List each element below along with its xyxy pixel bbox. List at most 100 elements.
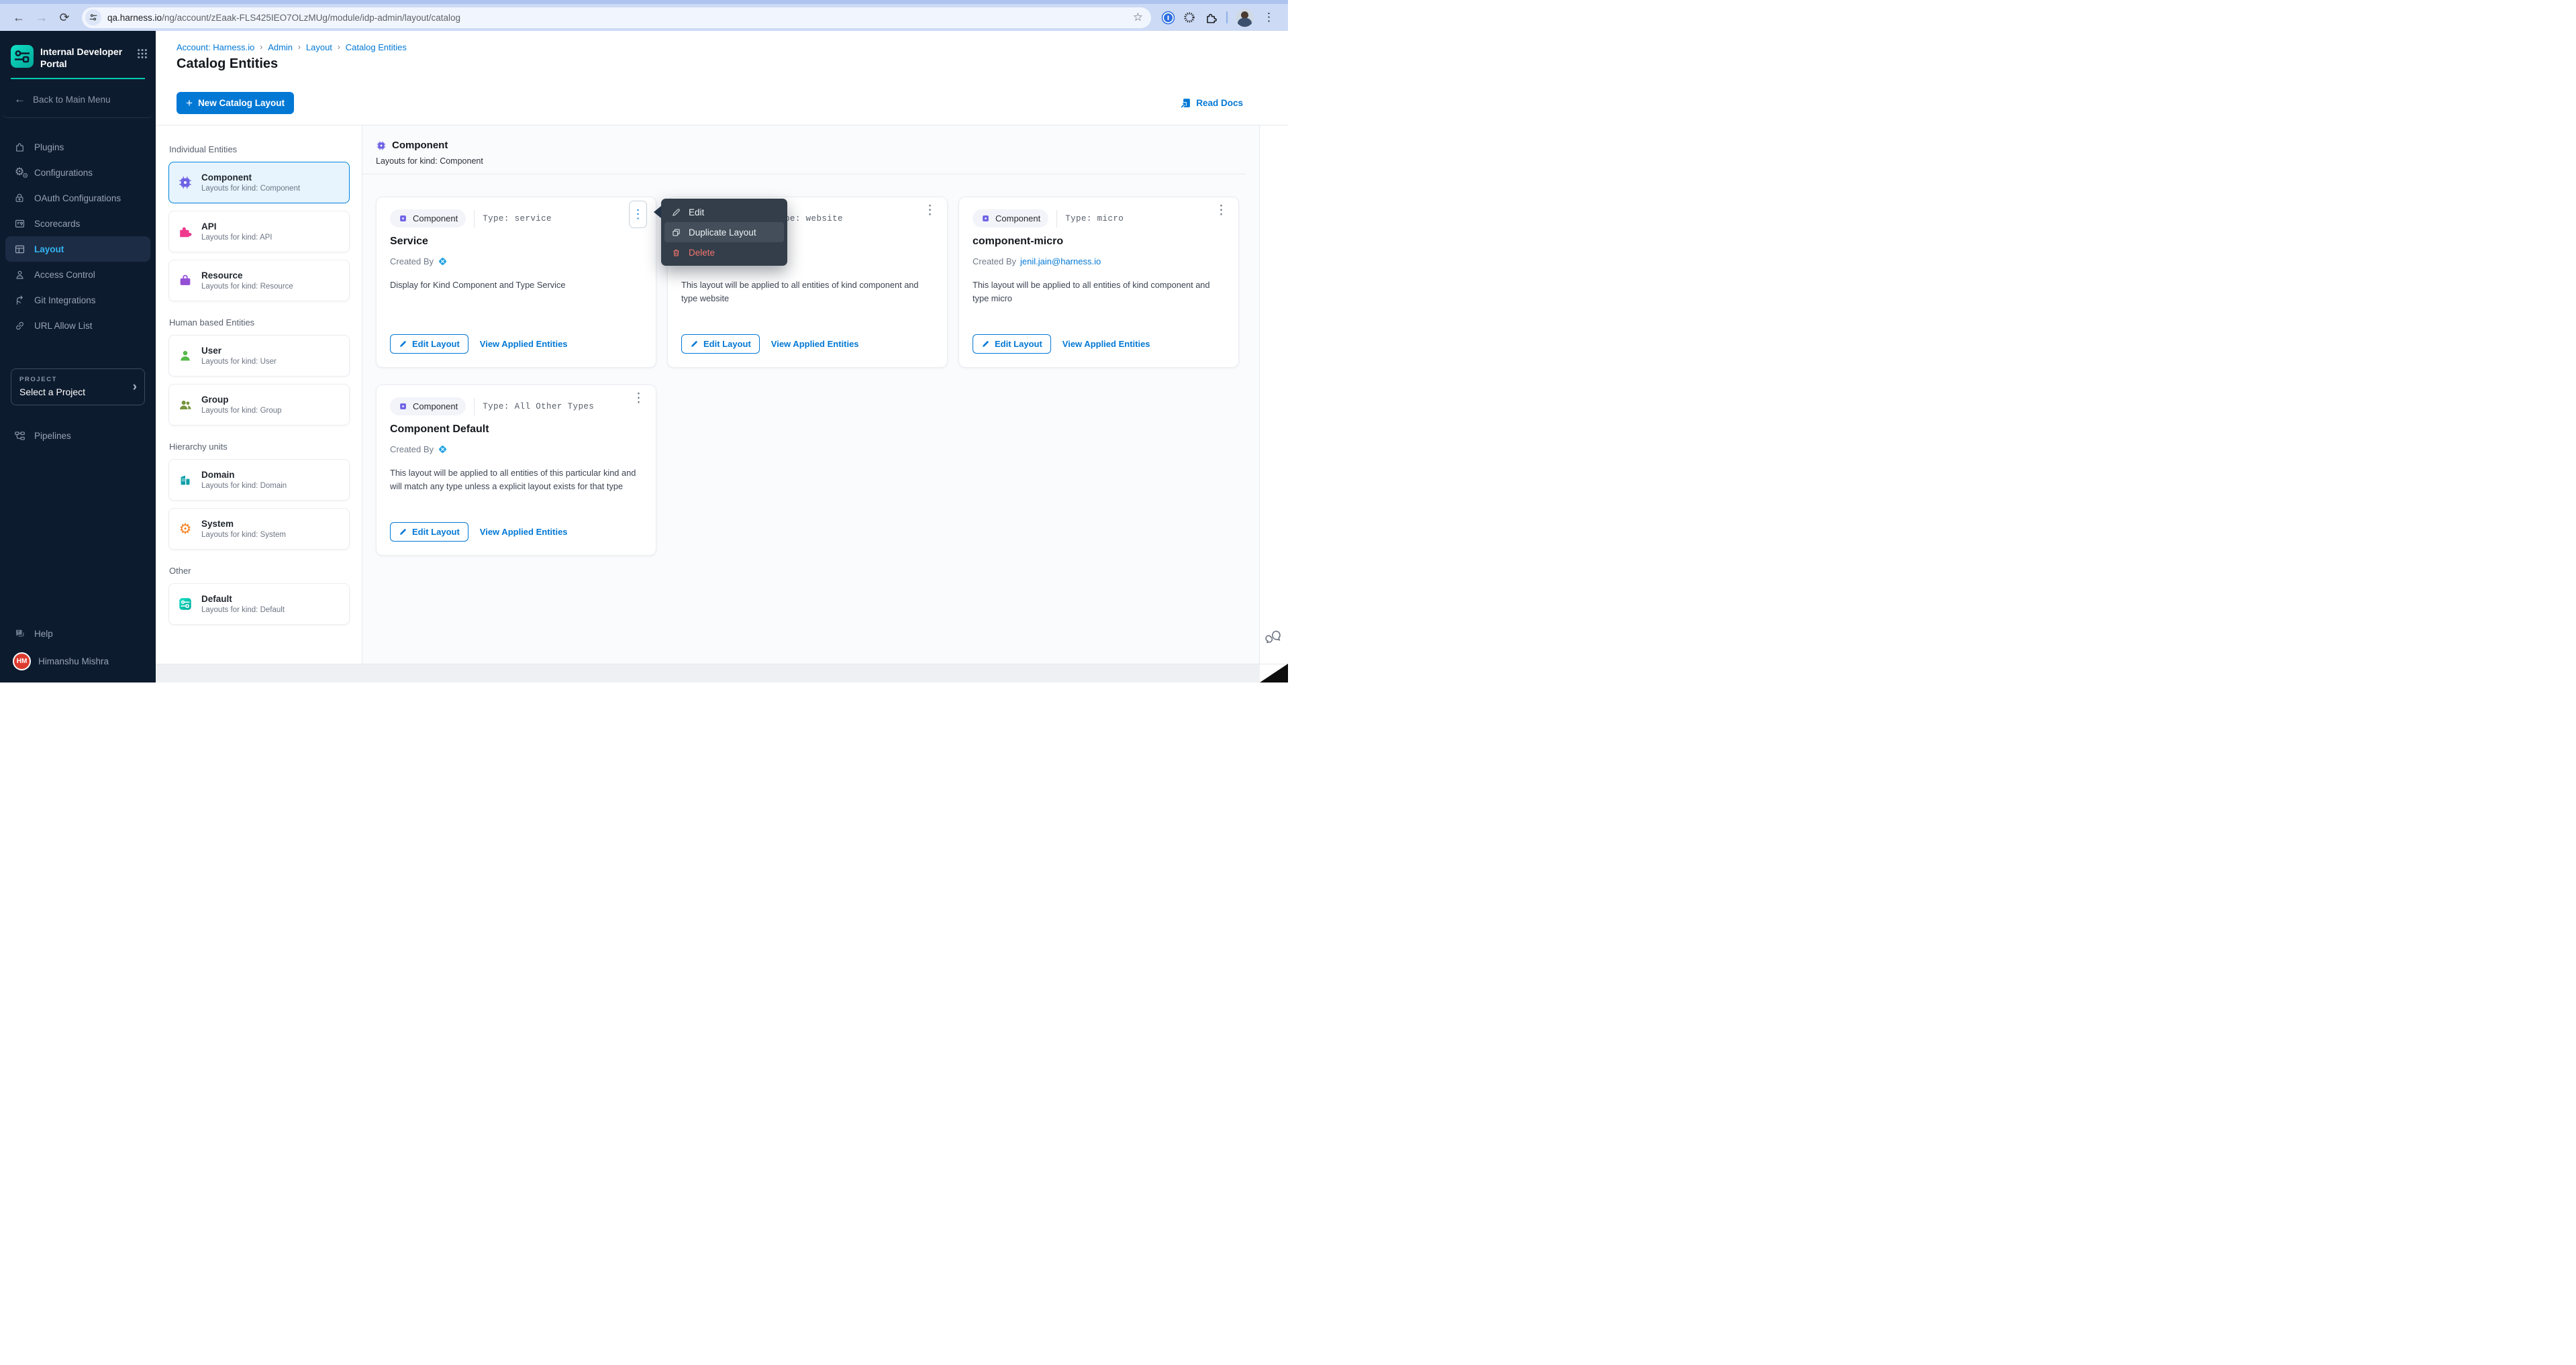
kind-chip-label: Component xyxy=(413,213,458,223)
layout-card-service: Component Type: service ⋮ Service Create… xyxy=(376,197,656,368)
chat-widget-button[interactable] xyxy=(1265,628,1283,649)
view-applied-entities-link[interactable]: View Applied Entities xyxy=(771,339,859,349)
address-bar[interactable]: qa.harness.io/ng/account/zEaak-FLS425IEO… xyxy=(82,7,1151,28)
panel-heading: Component xyxy=(392,140,448,151)
type-label: Type: xyxy=(483,402,509,411)
menu-item-duplicate-layout[interactable]: Duplicate Layout xyxy=(664,222,784,242)
default-idp-icon xyxy=(177,597,193,611)
harness-user-icon xyxy=(438,444,448,454)
sidebar-item-plugins[interactable]: Plugins xyxy=(5,134,150,160)
scorecard-icon xyxy=(13,217,26,230)
created-by-label: Created By xyxy=(973,256,1016,266)
type-value: All Other Types xyxy=(515,402,595,411)
card-kebab-menu-button[interactable]: ⋮ xyxy=(632,392,645,406)
card-kebab-menu-button[interactable]: ⋮ xyxy=(629,201,647,228)
card-context-menu: Edit Duplicate Layout Delete xyxy=(661,199,787,266)
pencil-icon xyxy=(671,207,681,217)
layout-description: This layout will be applied to all entit… xyxy=(681,279,930,305)
pencil-icon xyxy=(399,340,407,348)
chevron-right-icon: › xyxy=(133,380,137,395)
browser-profile-avatar[interactable] xyxy=(1236,9,1254,27)
edit-layout-button[interactable]: Edit Layout xyxy=(390,334,468,354)
layout-card-component-micro: Component Type: micro ⋮ component-micro … xyxy=(958,197,1239,368)
entity-kind-system[interactable]: ⚙ System Layouts for kind: System xyxy=(168,508,350,550)
back-arrow-icon: ← xyxy=(14,93,26,106)
edit-layout-button[interactable]: Edit Layout xyxy=(681,334,760,354)
sidebar-item-label: OAuth Configurations xyxy=(34,193,121,203)
sidebar-item-url-allow-list[interactable]: URL Allow List xyxy=(5,313,150,338)
site-settings-icon[interactable] xyxy=(85,9,101,26)
view-applied-entities-link[interactable]: View Applied Entities xyxy=(480,527,568,537)
read-docs-link[interactable]: Read Docs xyxy=(1180,97,1243,109)
entity-name: Default xyxy=(201,594,285,604)
breadcrumb-admin[interactable]: Admin xyxy=(268,42,293,52)
project-selector[interactable]: PROJECT Select a Project › xyxy=(11,368,145,405)
card-kebab-menu-button[interactable]: ⋮ xyxy=(1215,204,1228,218)
sidebar-item-pipelines[interactable]: Pipelines xyxy=(5,423,150,448)
browser-reload-button[interactable]: ⟳ xyxy=(54,7,75,28)
layout-icon xyxy=(13,243,26,256)
entity-name: System xyxy=(201,519,286,529)
sidebar-item-git-integrations[interactable]: Git Integrations xyxy=(5,287,150,313)
sidebar-item-label: Layout xyxy=(34,244,64,254)
api-puzzle-icon xyxy=(177,224,193,239)
edit-layout-button[interactable]: Edit Layout xyxy=(390,522,468,542)
pipelines-icon xyxy=(13,429,26,442)
component-chip-icon xyxy=(398,213,408,223)
project-value: Select a Project xyxy=(19,387,136,397)
password-manager-extension-icon[interactable] xyxy=(1158,7,1178,28)
browser-forward-button[interactable]: → xyxy=(31,7,52,28)
component-chip-icon xyxy=(398,401,408,411)
section-heading: Human based Entities xyxy=(169,317,350,327)
breadcrumb-catalog-entities[interactable]: Catalog Entities xyxy=(346,42,407,52)
entity-subtitle: Layouts for kind: Resource xyxy=(201,283,293,291)
entity-kind-component[interactable]: Component Layouts for kind: Component xyxy=(168,162,350,203)
creator-email-link[interactable]: jenil.jain@harness.io xyxy=(1020,256,1101,266)
sidebar-item-help[interactable]: ? Help xyxy=(5,621,150,646)
sidebar-item-access-control[interactable]: Access Control xyxy=(5,262,150,287)
entity-kind-resource[interactable]: Resource Layouts for kind: Resource xyxy=(168,260,350,301)
view-applied-entities-link[interactable]: View Applied Entities xyxy=(480,339,568,349)
pencil-icon xyxy=(981,340,990,348)
entity-kind-api[interactable]: API Layouts for kind: API xyxy=(168,211,350,252)
breadcrumb-layout[interactable]: Layout xyxy=(306,42,332,52)
main-content: Account: Harness.io › Admin › Layout › C… xyxy=(156,31,1288,682)
extensions-puzzle-icon[interactable] xyxy=(1201,7,1221,28)
layouts-panel: Component Layouts for kind: Component Co… xyxy=(362,125,1259,664)
entity-kind-domain[interactable]: Domain Layouts for kind: Domain xyxy=(168,459,350,501)
sidebar-item-label: Git Integrations xyxy=(34,295,96,305)
read-docs-label: Read Docs xyxy=(1196,98,1243,108)
browser-back-button[interactable]: ← xyxy=(8,7,30,28)
edit-layout-label: Edit Layout xyxy=(703,339,751,349)
browser-menu-icon[interactable]: ⋮ xyxy=(1258,11,1280,24)
sidebar-item-oauth-configurations[interactable]: OAuth Configurations xyxy=(5,185,150,211)
bookmark-star-icon[interactable]: ☆ xyxy=(1129,11,1147,24)
divider xyxy=(1056,210,1057,228)
edit-layout-button[interactable]: Edit Layout xyxy=(973,334,1051,354)
context-menu-arrow xyxy=(654,206,661,218)
user-profile[interactable]: HM Himanshu Mishra xyxy=(5,646,150,676)
entity-name: Group xyxy=(201,395,282,405)
type-text: Type: service xyxy=(483,214,552,223)
sidebar-item-layout[interactable]: Layout xyxy=(5,236,150,262)
help-chat-icon: ? xyxy=(13,627,26,640)
sidebar-item-label: Configurations xyxy=(34,168,93,178)
breadcrumb-account[interactable]: Account: Harness.io xyxy=(177,42,254,52)
menu-item-edit[interactable]: Edit xyxy=(664,202,784,222)
sidebar-item-scorecards[interactable]: Scorecards xyxy=(5,211,150,236)
layout-description: Display for Kind Component and Type Serv… xyxy=(390,279,638,292)
view-applied-entities-link[interactable]: View Applied Entities xyxy=(1062,339,1150,349)
back-to-main-menu[interactable]: ← Back to Main Menu xyxy=(2,79,154,118)
entity-kind-default[interactable]: Default Layouts for kind: Default xyxy=(168,583,350,625)
layout-title: Component Default xyxy=(390,423,489,436)
type-text: Type: micro xyxy=(1065,214,1124,223)
loading-extension-icon[interactable] xyxy=(1179,7,1199,28)
new-catalog-layout-button[interactable]: + New Catalog Layout xyxy=(177,92,294,114)
entity-kind-group[interactable]: Group Layouts for kind: Group xyxy=(168,384,350,425)
layout-description: This layout will be applied to all entit… xyxy=(390,466,638,493)
entity-kind-user[interactable]: User Layouts for kind: User xyxy=(168,335,350,376)
card-kebab-menu-button[interactable]: ⋮ xyxy=(924,204,936,218)
menu-item-delete[interactable]: Delete xyxy=(664,242,784,262)
sidebar-item-configurations[interactable]: ⚙⚙ Configurations xyxy=(5,160,150,185)
module-grid-icon[interactable] xyxy=(137,45,148,62)
